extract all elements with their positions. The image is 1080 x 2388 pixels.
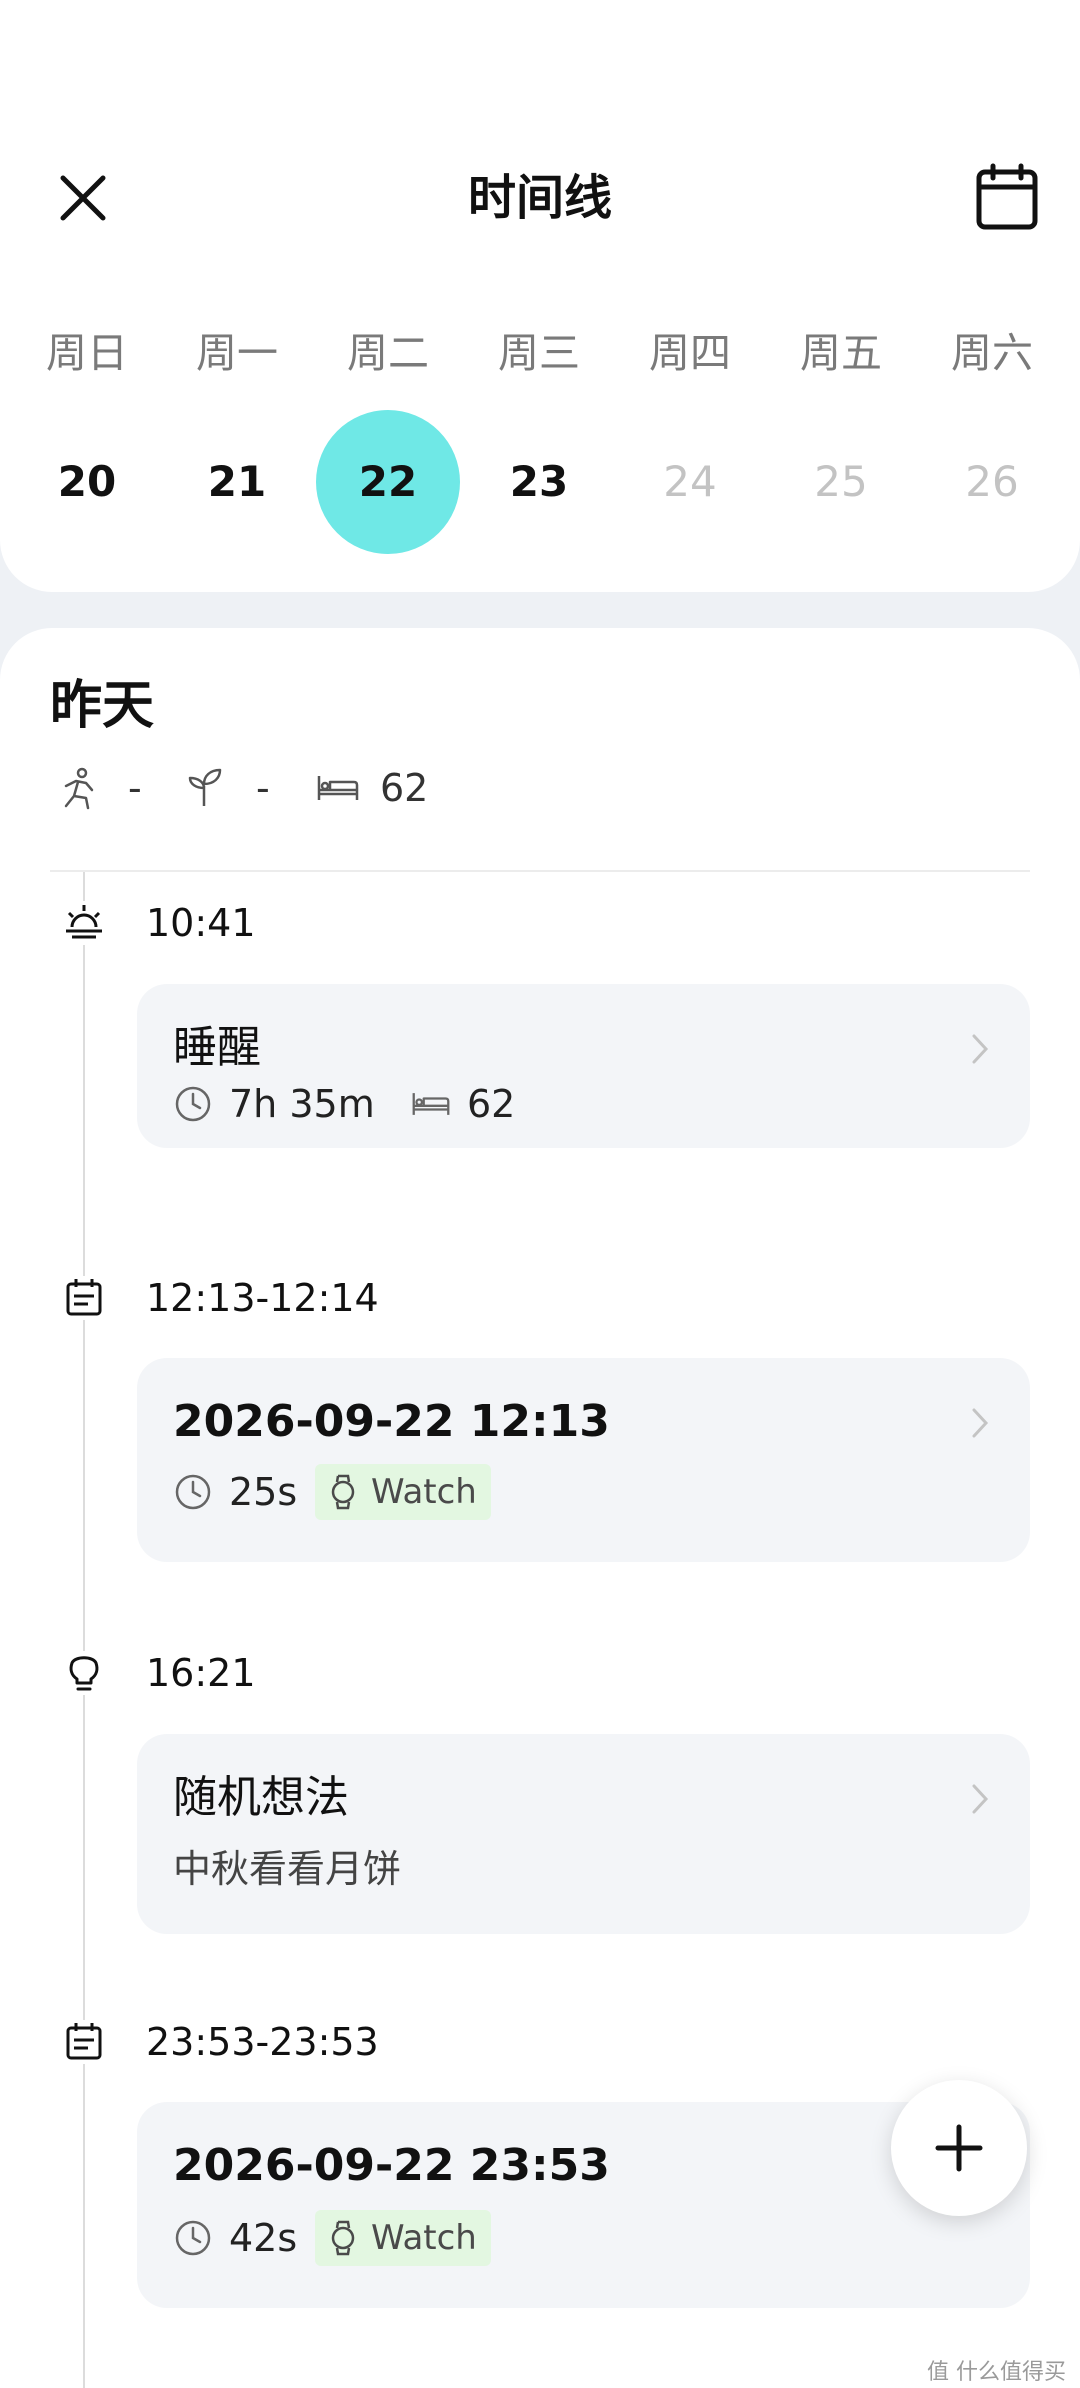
calendar-note-icon <box>62 2020 106 2064</box>
duration-text: 25s <box>229 1470 298 1514</box>
section-title: 昨天 <box>50 676 155 736</box>
entry-time: 12:13-12:14 <box>146 1276 379 1320</box>
sunrise-icon <box>62 901 106 945</box>
watch-icon <box>331 1474 355 1510</box>
device-label: Watch <box>371 2218 477 2258</box>
date-cell-future: 25 <box>814 457 868 506</box>
running-icon <box>64 767 94 810</box>
chevron-right-icon <box>972 1784 989 1814</box>
header-card: 时间线 周日 周一 周二 周三 周四 周五 周六 20 21 22 23 24 … <box>0 0 1080 592</box>
date-row: 20 21 22 23 24 25 26 <box>0 410 1080 554</box>
lightbulb-icon <box>62 1651 106 1695</box>
entry-time: 16:21 <box>146 1651 256 1695</box>
entry-title: 2026-09-22 12:13 <box>173 1396 610 1447</box>
date-cell-selected[interactable]: 22 <box>316 410 460 554</box>
sleep-score-text: 62 <box>467 1082 516 1126</box>
duration-text: 7h 35m <box>229 1082 375 1126</box>
weekday-label: 周四 <box>649 329 731 377</box>
plus-icon <box>935 2124 983 2172</box>
activity-record-card[interactable]: 2026-09-22 12:13 25s Watch <box>137 1358 1030 1562</box>
weekday-label: 周六 <box>951 329 1033 377</box>
weekday-label: 周三 <box>498 329 580 377</box>
wake-up-card[interactable]: 睡醒 7h 35m 62 <box>137 984 1030 1148</box>
device-badge: Watch <box>315 1464 491 1520</box>
entry-meta: 25s Watch <box>173 1464 573 1520</box>
entry-title: 睡醒 <box>173 1022 261 1073</box>
weekday-label: 周一 <box>196 329 278 377</box>
entry-time: 10:41 <box>146 901 256 945</box>
date-cell[interactable]: 23 <box>467 410 611 554</box>
weekday-label: 周二 <box>347 329 429 377</box>
date-cell-future: 24 <box>663 457 717 506</box>
clock-icon <box>175 2220 211 2256</box>
activity-value: - <box>128 766 142 810</box>
clock-icon <box>175 1086 211 1122</box>
add-button[interactable] <box>891 2080 1027 2216</box>
sprout-icon <box>188 768 222 806</box>
idea-note: 中秋看看月饼 <box>173 1847 402 1891</box>
entry-meta: 42s Watch <box>173 2210 573 2266</box>
entry-meta: 7h 35m 62 <box>173 1080 573 1128</box>
idea-card[interactable]: 随机想法 中秋看看月饼 <box>137 1734 1030 1934</box>
weekday-row: 周日 周一 周二 周三 周四 周五 周六 <box>0 325 1080 381</box>
date-cell[interactable]: 21 <box>165 410 309 554</box>
page-title: 时间线 <box>467 170 612 226</box>
weekday-label: 周五 <box>800 329 882 377</box>
mindfulness-value: - <box>256 766 270 810</box>
entry-title: 随机想法 <box>173 1772 349 1823</box>
device-label: Watch <box>371 1472 477 1512</box>
date-cell-future: 26 <box>965 457 1019 506</box>
watermark: 值 什么值得买 <box>927 2360 1066 2385</box>
calendar-button[interactable] <box>975 163 1039 231</box>
divider <box>50 870 1030 872</box>
clock-icon <box>175 1474 211 1510</box>
watch-icon <box>331 2220 355 2256</box>
calendar-icon <box>976 163 1038 230</box>
device-badge: Watch <box>315 2210 491 2266</box>
chevron-right-icon <box>972 1034 989 1064</box>
entry-time: 23:53-23:53 <box>146 2020 379 2064</box>
timeline-line <box>83 872 85 2388</box>
entry-title: 2026-09-22 23:53 <box>173 2140 610 2191</box>
bed-icon <box>317 776 359 800</box>
bed-icon <box>412 1093 450 1115</box>
duration-text: 42s <box>229 2216 298 2260</box>
calendar-note-icon <box>62 1276 106 1320</box>
weekday-label: 周日 <box>46 329 128 377</box>
sleep-score-value: 62 <box>380 766 429 810</box>
chevron-right-icon <box>972 1408 989 1438</box>
date-cell[interactable]: 20 <box>15 410 159 554</box>
